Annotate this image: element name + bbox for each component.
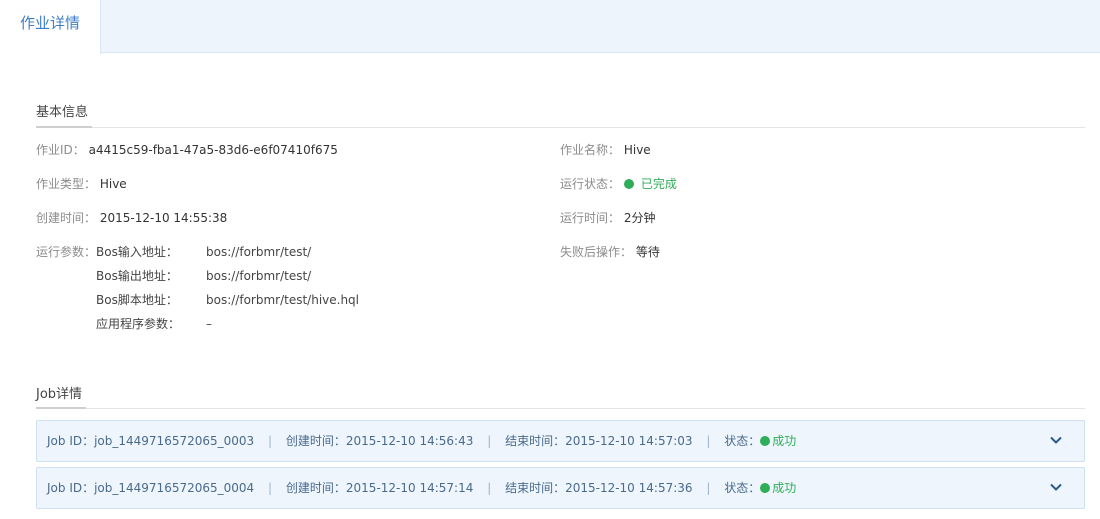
job-name-label: 作业名称： — [560, 143, 621, 157]
status-success-dot-icon — [623, 179, 634, 189]
created-time-label: 创建时间： — [36, 211, 97, 225]
param-row-input: Bos输入地址： bos://forbmr/test/ — [0, 244, 600, 260]
basic-info-title: 基本信息 — [36, 105, 89, 120]
param-key: Bos输入地址： — [96, 245, 178, 259]
job-id-value: a4415c59-fba1-47a5-83d6-e6f07410f675 — [88, 143, 338, 157]
job-type-field: 作业类型： Hive — [36, 176, 127, 192]
job-end-value: 2015-12-10 14:57:03 — [565, 434, 693, 448]
created-time-value: 2015-12-10 14:55:38 — [99, 211, 228, 225]
run-status-field: 运行状态： 已完成 — [560, 176, 677, 192]
status-success-dot-icon — [760, 483, 771, 493]
job-row[interactable]: Job ID：job_1449716572065_0003 | 创建时间：201… — [36, 420, 1085, 462]
param-row-output: Bos输出地址： bos://forbmr/test/ — [0, 268, 600, 284]
param-value: bos://forbmr/test/ — [206, 245, 312, 259]
param-key: Bos输出地址： — [96, 269, 178, 283]
run-status-label: 运行状态： — [560, 177, 621, 191]
job-status-value: 成功 — [772, 481, 797, 495]
param-row-script: Bos脚本地址： bos://forbmr/test/hive.hql — [0, 292, 600, 308]
run-time-field: 运行时间： 2分钟 — [560, 210, 655, 226]
job-id-value: job_1449716572065_0004 — [94, 481, 255, 495]
tab-bar: 作业详情 — [0, 0, 1100, 54]
job-name-value: Hive — [623, 143, 651, 157]
run-time-label: 运行时间： — [560, 211, 621, 225]
job-start-label: 创建时间： — [285, 481, 346, 495]
job-end-label: 结束时间： — [505, 481, 566, 495]
param-row-app-args: 应用程序参数： – — [0, 316, 600, 332]
param-key: Bos脚本地址： — [96, 293, 178, 307]
job-status-value: 成功 — [772, 434, 797, 448]
job-status-label: 状态： — [724, 481, 761, 495]
param-value: – — [206, 317, 212, 331]
job-end-value: 2015-12-10 14:57:36 — [565, 481, 693, 495]
job-end-label: 结束时间： — [505, 434, 566, 448]
job-start-value: 2015-12-10 14:56:43 — [345, 434, 474, 448]
job-name-field: 作业名称： Hive — [560, 142, 651, 158]
param-value: bos://forbmr/test/hive.hql — [206, 293, 360, 307]
job-status-label: 状态： — [724, 434, 761, 448]
job-type-label: 作业类型： — [36, 177, 97, 191]
status-success-dot-icon — [760, 436, 771, 446]
basic-info-divider — [36, 126, 1085, 128]
created-time-field: 创建时间： 2015-12-10 14:55:38 — [36, 210, 227, 226]
job-details-title: Job详情 — [36, 387, 83, 402]
job-id-label: 作业ID： — [36, 143, 85, 157]
run-status-value: 已完成 — [640, 177, 677, 191]
job-details-divider — [36, 407, 1085, 409]
fail-action-value: 等待 — [635, 245, 660, 259]
param-value: bos://forbmr/test/ — [206, 269, 312, 283]
tab-job-details[interactable]: 作业详情 — [0, 0, 101, 54]
job-id-field: 作业ID： a4415c59-fba1-47a5-83d6-e6f07410f6… — [36, 142, 338, 158]
param-key: 应用程序参数： — [96, 317, 181, 331]
run-time-value: 2分钟 — [623, 211, 656, 225]
job-start-label: 创建时间： — [285, 434, 346, 448]
chevron-down-icon[interactable] — [1050, 434, 1062, 446]
chevron-down-icon[interactable] — [1050, 481, 1062, 493]
job-row[interactable]: Job ID：job_1449716572065_0004 | 创建时间：201… — [36, 467, 1085, 509]
job-type-value: Hive — [99, 177, 127, 191]
job-start-value: 2015-12-10 14:57:14 — [345, 481, 474, 495]
job-id-label: Job ID： — [47, 434, 95, 448]
job-id-value: job_1449716572065_0003 — [94, 434, 255, 448]
job-id-label: Job ID： — [47, 481, 95, 495]
